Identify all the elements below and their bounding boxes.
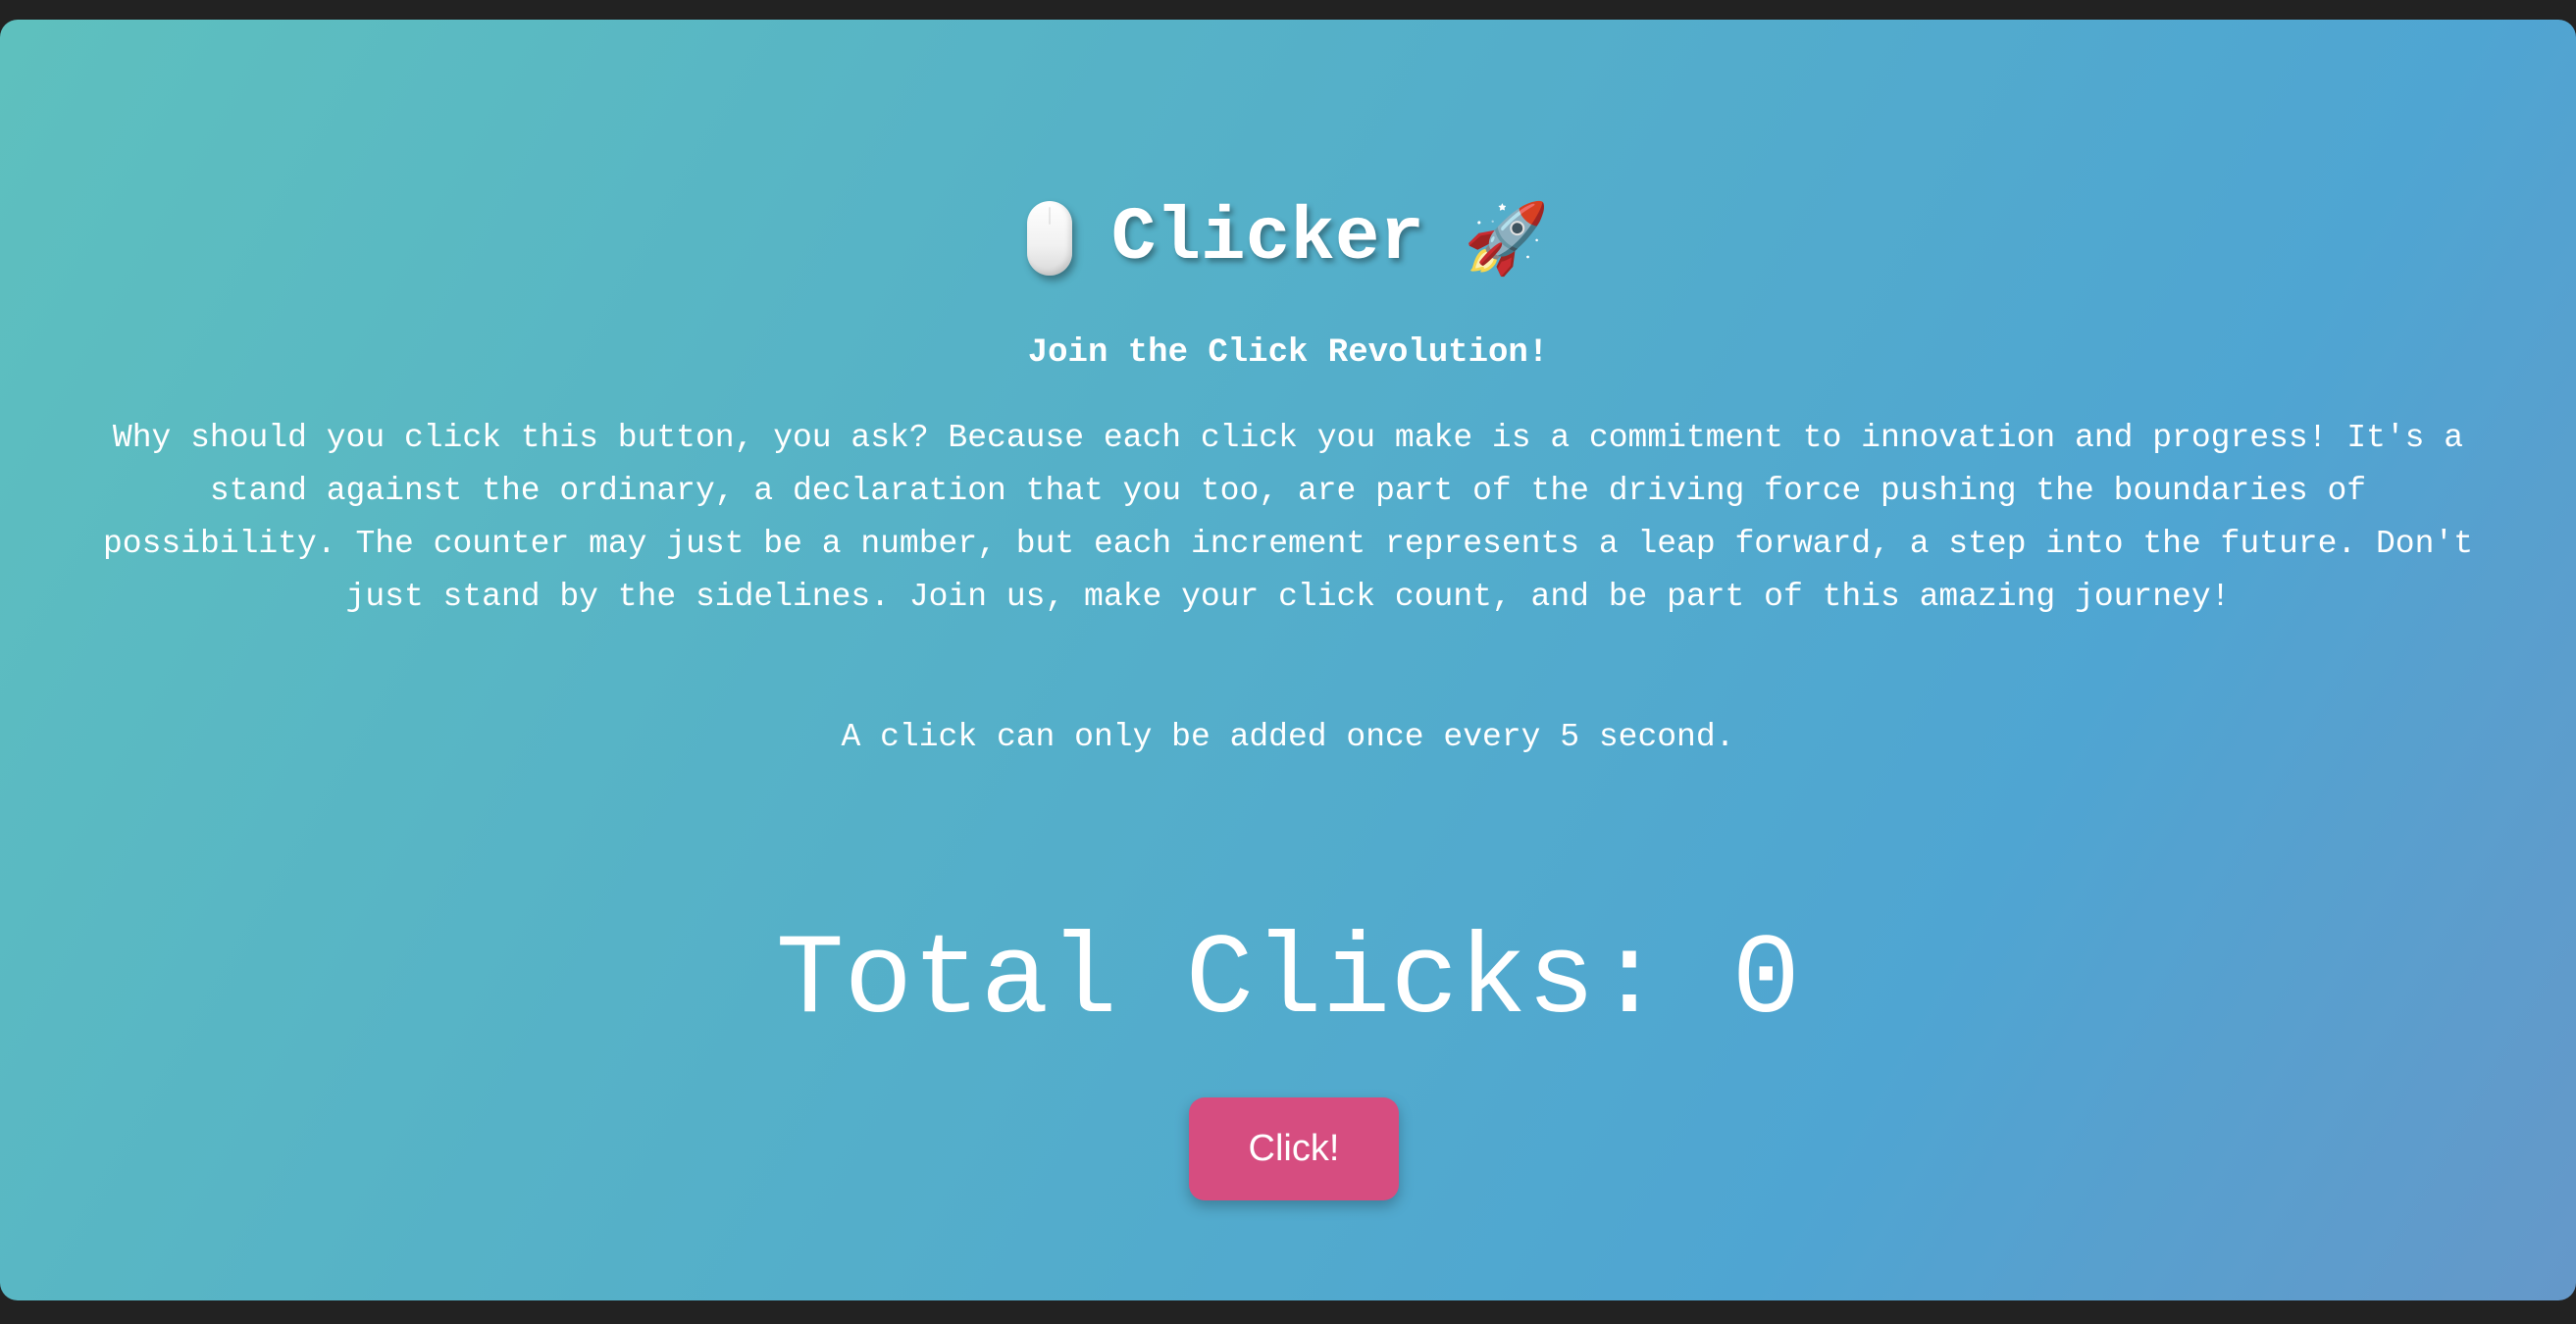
total-clicks-counter: Total Clicks: 0 <box>0 912 2576 1049</box>
counter-label: Total Clicks: <box>775 916 1664 1045</box>
rate-limit-note: A click can only be added once every 5 s… <box>841 719 1735 755</box>
computer-mouse-icon <box>1026 201 1072 276</box>
rocket-icon: 🚀 <box>1464 198 1550 279</box>
subtitle: Join the Click Revolution! <box>1027 334 1549 372</box>
page-title: Clicker 🚀 <box>0 175 2576 302</box>
page-title-text: Clicker <box>1110 196 1425 280</box>
main-card: Clicker 🚀 Join the Click Revolution! Why… <box>0 20 2576 1300</box>
description-paragraph: Why should you click this button, you as… <box>103 420 2473 615</box>
click-button[interactable]: Click! <box>1189 1097 1399 1200</box>
counter-value: 0 <box>1731 916 1801 1045</box>
